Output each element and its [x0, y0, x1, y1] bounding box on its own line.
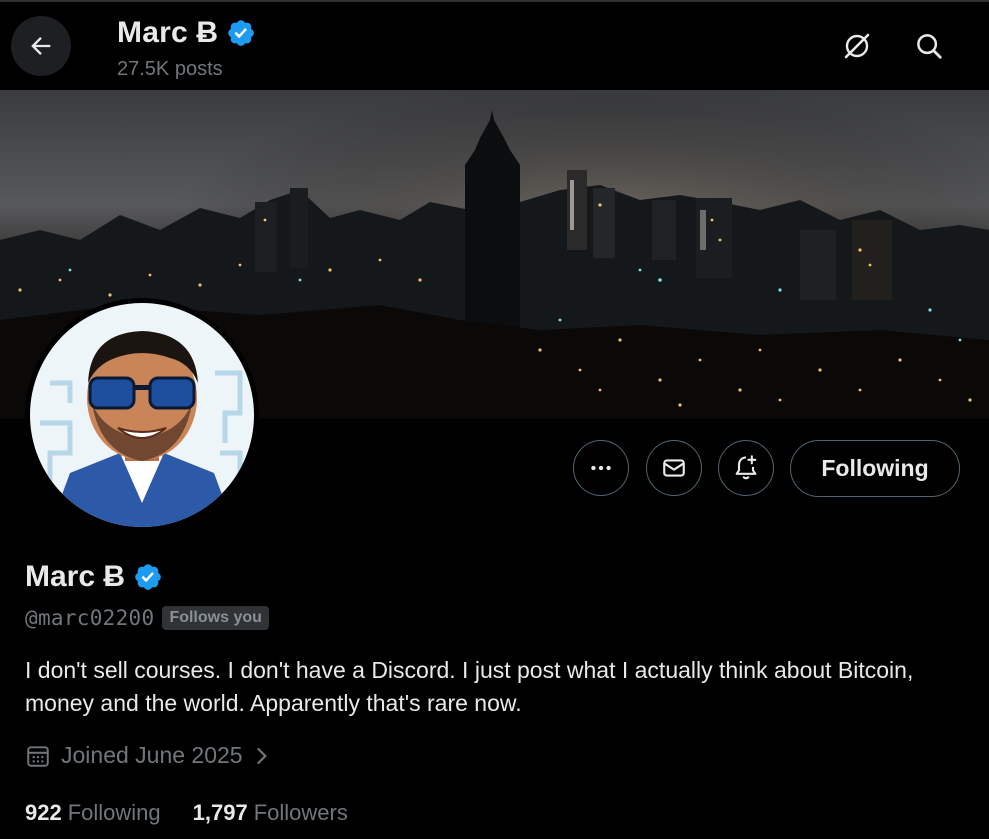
bell-plus-icon: [735, 455, 757, 480]
handle-row: @marc02200 Follows you: [25, 606, 269, 630]
avatar[interactable]: [25, 298, 259, 532]
follows-you-badge: Follows you: [162, 606, 269, 630]
arrow-left-icon: [31, 37, 51, 55]
verified-badge-icon[interactable]: [133, 562, 163, 592]
verified-badge-icon: [228, 20, 255, 46]
header-name: Marc Ƀ: [117, 16, 256, 50]
followers-stat[interactable]: 1,797 Followers: [193, 800, 348, 826]
joined-date[interactable]: Joined June 2025: [25, 742, 269, 769]
more-button[interactable]: [573, 440, 629, 496]
message-icon: [663, 459, 685, 477]
following-count: 922: [25, 800, 62, 825]
profile-bio: I don't sell courses. I don't have a Dis…: [25, 657, 914, 716]
post-count: 27.5K posts: [117, 58, 223, 80]
notify-button[interactable]: [718, 440, 774, 496]
calendar-icon: [27, 745, 49, 767]
joined-text: Joined June 2025: [61, 742, 243, 768]
search-button[interactable]: [909, 26, 949, 66]
profile-handle: @marc02200: [25, 606, 155, 630]
following-stat[interactable]: 922 Following: [25, 800, 161, 826]
more-icon: [591, 465, 611, 471]
chevron-right-icon: [256, 747, 267, 764]
followers-count: 1,797: [192, 800, 248, 825]
following-button[interactable]: Following: [790, 440, 960, 497]
header-name-text: Marc Ƀ: [117, 16, 219, 49]
followers-label: Followers: [253, 800, 348, 825]
profile-header-bar: Marc Ƀ 27.5K posts: [0, 2, 989, 90]
back-button[interactable]: [11, 16, 71, 76]
follow-stats: 922 Following 1,797 Followers: [25, 800, 348, 826]
search-icon: [917, 34, 942, 59]
grok-button[interactable]: [837, 26, 877, 66]
grok-icon: [844, 33, 870, 59]
avatar-image: [30, 303, 254, 527]
profile-name-text: Marc Ƀ: [25, 560, 126, 593]
profile-name: Marc Ƀ: [25, 560, 163, 594]
following-label: Following: [67, 800, 161, 825]
message-button[interactable]: [646, 440, 702, 496]
